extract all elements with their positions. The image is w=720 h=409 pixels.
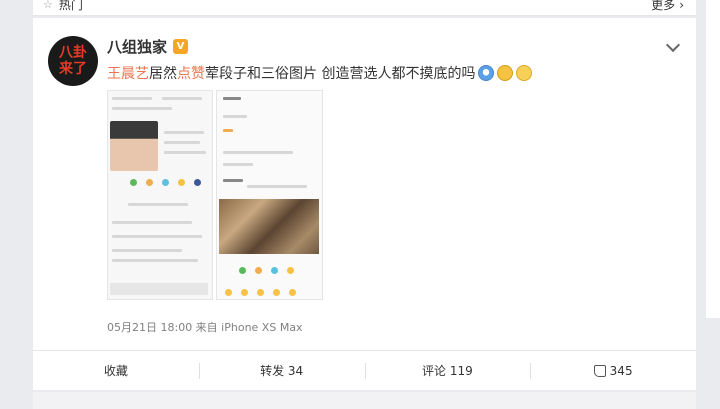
- content-text-1: 居然: [149, 66, 177, 82]
- verified-badge-icon: V: [173, 39, 189, 54]
- action-bar: 收藏 转发 34 评论 119 345: [33, 350, 696, 390]
- comment-button[interactable]: 评论 119: [364, 361, 531, 381]
- hot-label: ☆ 热门: [43, 0, 83, 13]
- post-content: 王晨艺 居然 点赞 荤段子和三俗图片 创造营选人都不摸底的吗: [107, 63, 533, 83]
- like-count: 345: [609, 363, 633, 378]
- like-button[interactable]: 345: [530, 361, 696, 381]
- avatar[interactable]: 八卦 来了: [48, 36, 98, 86]
- emoji-doraemon-icon: [478, 65, 495, 81]
- avatar-text-line2: 来了: [59, 61, 87, 77]
- next-post-strip: [33, 392, 696, 409]
- author-name[interactable]: 八组独家: [107, 36, 167, 57]
- author-row: 八组独家 V: [107, 36, 189, 57]
- emoji-doge-icon: [497, 65, 514, 81]
- content-name-link[interactable]: 王晨艺: [107, 63, 149, 83]
- chevron-down-icon[interactable]: [665, 37, 681, 53]
- repost-button[interactable]: 转发 34: [198, 361, 365, 381]
- hot-section-header: ☆ 热门 更多 ›: [33, 0, 696, 16]
- content-highlight: 点赞: [177, 66, 205, 82]
- post-image-1[interactable]: [107, 90, 213, 300]
- repost-label: 转发 34: [260, 363, 304, 378]
- collect-button[interactable]: 收藏: [33, 361, 199, 381]
- more-link[interactable]: 更多 ›: [651, 0, 684, 13]
- post-image-2[interactable]: [216, 90, 323, 300]
- hot-text: 热门: [58, 0, 83, 12]
- comment-label: 评论 119: [422, 363, 473, 378]
- avatar-text-line1: 八卦: [59, 45, 87, 61]
- right-column: [706, 0, 720, 318]
- thumbs-up-icon: [593, 364, 606, 377]
- content-text-2: 荤段子和三俗图片 创造营选人都不摸底的吗: [205, 66, 476, 82]
- emoji-sweat-icon: [516, 65, 533, 81]
- star-icon: ☆: [43, 0, 53, 11]
- post-timestamp[interactable]: 05月21日 18:00 来自 iPhone XS Max: [107, 319, 303, 335]
- collect-label: 收藏: [103, 363, 128, 378]
- weibo-post-card: 八卦 来了 八组独家 V 王晨艺 居然 点赞 荤段子和三俗图片 创造营选人都不摸…: [33, 18, 696, 390]
- more-text[interactable]: 更多: [651, 0, 675, 13]
- chevron-right-icon: ›: [679, 0, 684, 12]
